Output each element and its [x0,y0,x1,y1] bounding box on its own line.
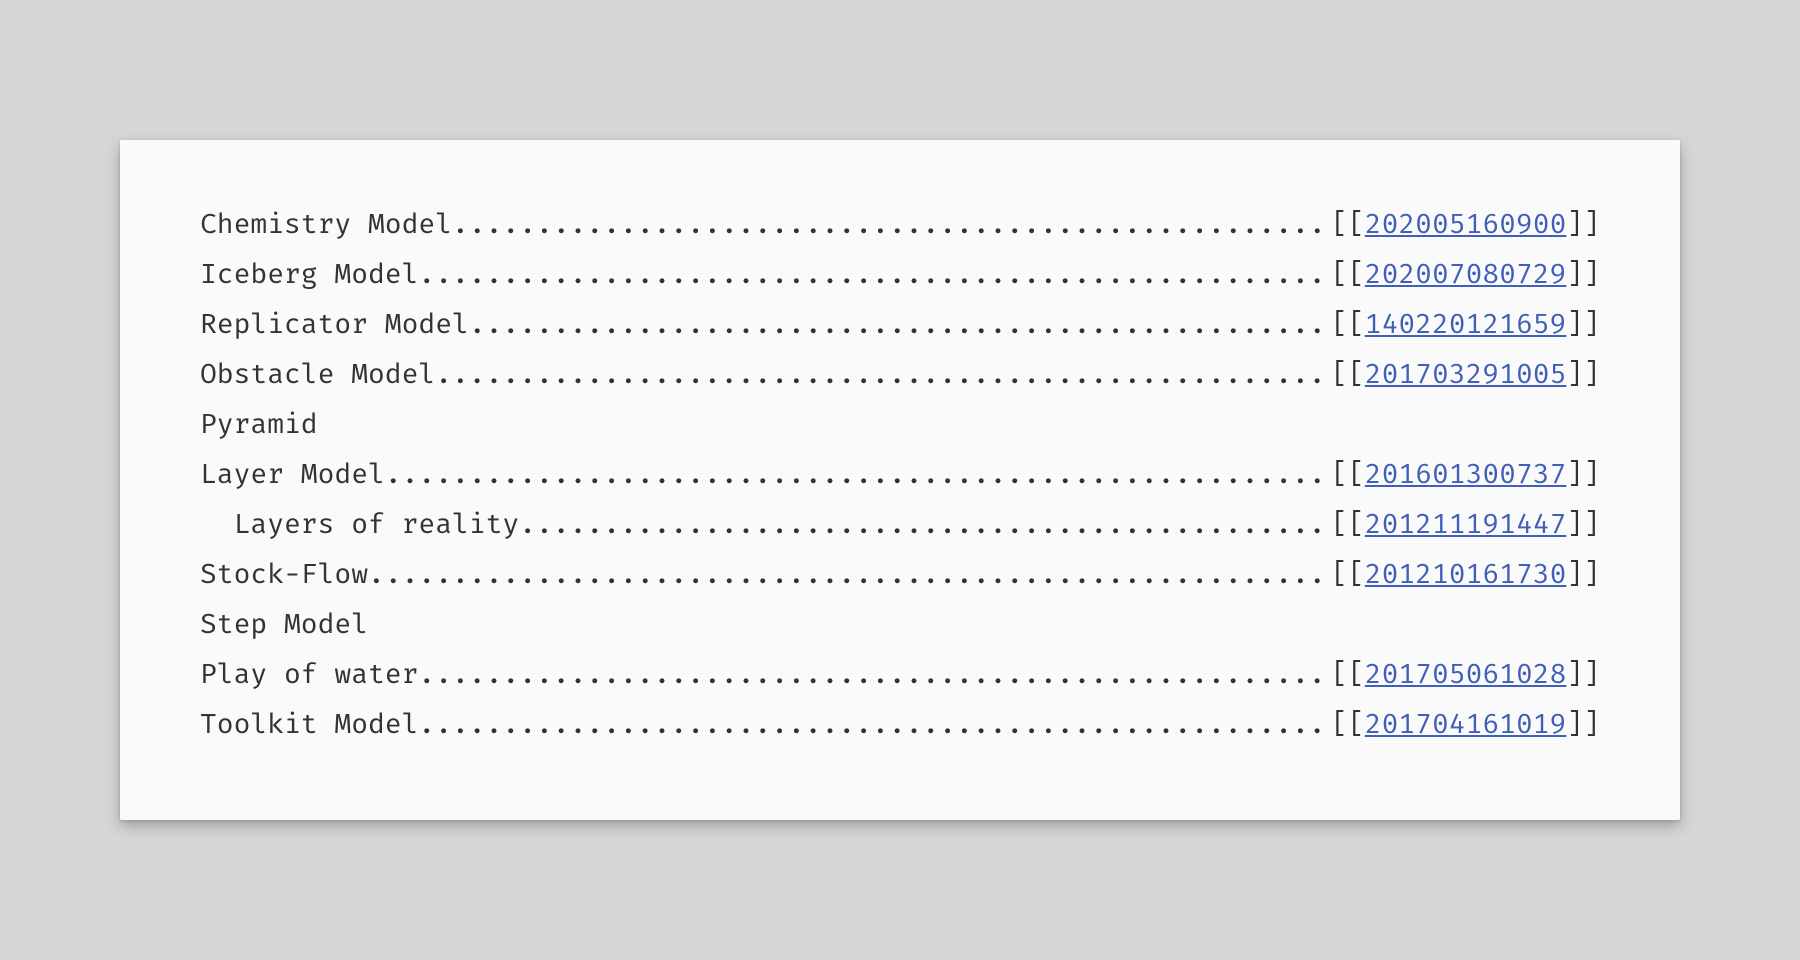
bracket-close: ]] [1566,708,1600,741]
leader-dots [418,711,1331,739]
bracket-open: [[ [1331,208,1365,241]
list-item: Stock-Flow [[201210161730]] [200,550,1600,600]
bracket-close: ]] [1566,658,1600,691]
item-label: Layers of reality [200,511,519,539]
link-brackets: [[140220121659]] [1331,311,1600,339]
item-label: Stock-Flow [200,561,368,589]
list-item: Obstacle Model [[201703291005]] [200,350,1600,400]
leader-dots [469,311,1331,339]
list-item: Step Model[[]] [200,600,1600,650]
wiki-link[interactable]: 201601300737 [1365,458,1567,491]
list-item: Replicator Model [[140220121659]] [200,300,1600,350]
list-item: Toolkit Model [[201704161019]] [200,700,1600,750]
bracket-close: ]] [1566,458,1600,491]
list-item: Play of water [[201705061028]] [200,650,1600,700]
leader-dots [368,561,1331,589]
link-brackets: [[202005160900]] [1331,211,1600,239]
item-label: Step Model [200,611,368,639]
bracket-open: [[ [1331,458,1365,491]
wiki-link[interactable]: 201704161019 [1365,708,1567,741]
bracket-close: ]] [1566,308,1600,341]
wiki-link[interactable]: 201210161730 [1365,558,1567,591]
list-item: Pyramid[[]] [200,400,1600,450]
list-item: Layers of reality [[201211191447]] [200,500,1600,550]
wiki-link[interactable]: 202007080729 [1365,258,1567,291]
link-brackets: [[201210161730]] [1331,561,1600,589]
item-label: Iceberg Model [200,261,418,289]
bracket-open: [[ [1331,708,1365,741]
link-brackets: [[202007080729]] [1331,261,1600,289]
link-brackets: [[201211191447]] [1331,511,1600,539]
link-brackets: [[201601300737]] [1331,461,1600,489]
bracket-close: ]] [1566,358,1600,391]
leader-dots [519,511,1331,539]
list-item: Chemistry Model [[202005160900]] [200,200,1600,250]
item-label: Pyramid [200,411,318,439]
leader-dots [435,361,1331,389]
leader-dots [452,211,1331,239]
bracket-close: ]] [1566,258,1600,291]
bracket-open: [[ [1331,558,1365,591]
bracket-close: ]] [1566,508,1600,541]
bracket-open: [[ [1331,358,1365,391]
bracket-close: ]] [1566,208,1600,241]
document-card: Chemistry Model[[202005160900]]Iceberg M… [120,140,1680,820]
leader-dots [385,461,1331,489]
bracket-open: [[ [1331,658,1365,691]
wiki-link[interactable]: 201211191447 [1365,508,1567,541]
bracket-open: [[ [1331,258,1365,291]
item-label: Layer Model [200,461,385,489]
link-brackets: [[201705061028]] [1331,661,1600,689]
list-item: Iceberg Model [[202007080729]] [200,250,1600,300]
link-brackets: [[201704161019]] [1331,711,1600,739]
wiki-link[interactable]: 140220121659 [1365,308,1567,341]
wiki-link[interactable]: 201703291005 [1365,358,1567,391]
list-item: Layer Model [[201601300737]] [200,450,1600,500]
item-label: Replicator Model [200,311,469,339]
item-label: Play of water [200,661,418,689]
bracket-open: [[ [1331,508,1365,541]
link-brackets: [[201703291005]] [1331,361,1600,389]
item-label: Obstacle Model [200,361,435,389]
leader-dots [418,261,1331,289]
bracket-close: ]] [1566,558,1600,591]
bracket-open: [[ [1331,308,1365,341]
item-label: Chemistry Model [200,211,452,239]
item-label: Toolkit Model [200,711,418,739]
wiki-link[interactable]: 201705061028 [1365,658,1567,691]
leader-dots [418,661,1331,689]
wiki-link[interactable]: 202005160900 [1365,208,1567,241]
